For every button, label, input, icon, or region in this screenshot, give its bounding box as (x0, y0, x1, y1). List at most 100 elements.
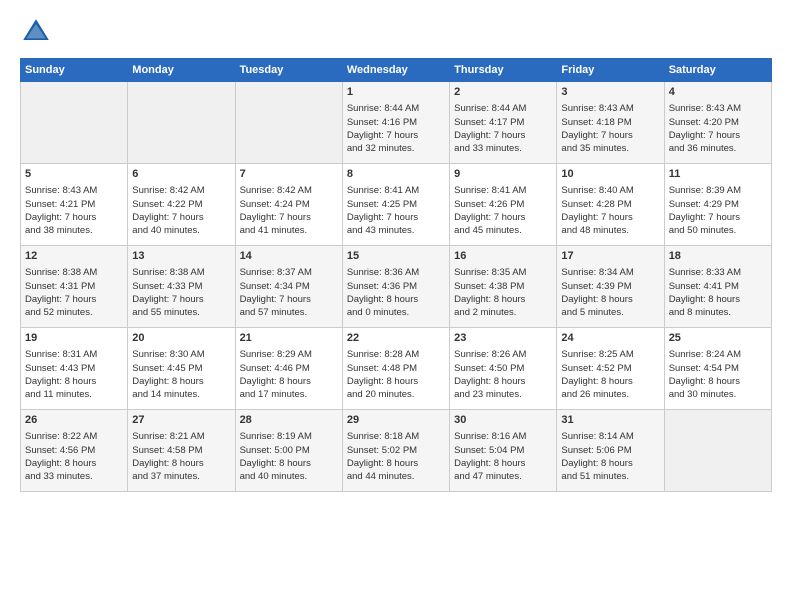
day-number: 26 (25, 413, 123, 428)
day-number: 27 (132, 413, 230, 428)
day-info-line: and 51 minutes. (561, 470, 659, 483)
day-info-line: Daylight: 8 hours (25, 375, 123, 388)
day-info-line: and 11 minutes. (25, 388, 123, 401)
table-row: 12Sunrise: 8:38 AMSunset: 4:31 PMDayligh… (21, 246, 128, 328)
day-number: 18 (669, 249, 767, 264)
col-tuesday: Tuesday (235, 59, 342, 82)
day-info-line: and 40 minutes. (132, 224, 230, 237)
day-info-line: Sunrise: 8:40 AM (561, 184, 659, 197)
day-info-line: and 38 minutes. (25, 224, 123, 237)
day-info-line: Sunset: 4:24 PM (240, 198, 338, 211)
day-number: 1 (347, 85, 445, 100)
day-info-line: Sunset: 4:41 PM (669, 280, 767, 293)
day-info-line: and 35 minutes. (561, 142, 659, 155)
day-info-line: Sunset: 5:00 PM (240, 444, 338, 457)
day-info-line: and 30 minutes. (669, 388, 767, 401)
day-info-line: Daylight: 7 hours (347, 211, 445, 224)
day-info-line: Sunset: 4:33 PM (132, 280, 230, 293)
day-info-line: Daylight: 7 hours (669, 129, 767, 142)
day-info-line: Sunset: 4:34 PM (240, 280, 338, 293)
day-info-line: Daylight: 8 hours (561, 457, 659, 470)
day-info-line: Daylight: 7 hours (240, 293, 338, 306)
day-info-line: and 0 minutes. (347, 306, 445, 319)
day-number: 10 (561, 167, 659, 182)
day-info-line: and 2 minutes. (454, 306, 552, 319)
day-info-line: Sunset: 4:52 PM (561, 362, 659, 375)
day-info-line: and 32 minutes. (347, 142, 445, 155)
day-info-line: Sunset: 4:38 PM (454, 280, 552, 293)
day-info-line: Sunset: 5:04 PM (454, 444, 552, 457)
table-row: 29Sunrise: 8:18 AMSunset: 5:02 PMDayligh… (342, 410, 449, 492)
day-info-line: Sunset: 5:06 PM (561, 444, 659, 457)
day-info-line: and 44 minutes. (347, 470, 445, 483)
day-number: 20 (132, 331, 230, 346)
day-number: 16 (454, 249, 552, 264)
day-info-line: Sunrise: 8:19 AM (240, 430, 338, 443)
day-info-line: Sunrise: 8:21 AM (132, 430, 230, 443)
day-info-line: and 47 minutes. (454, 470, 552, 483)
table-row: 17Sunrise: 8:34 AMSunset: 4:39 PMDayligh… (557, 246, 664, 328)
day-info-line: Sunset: 4:56 PM (25, 444, 123, 457)
table-row: 19Sunrise: 8:31 AMSunset: 4:43 PMDayligh… (21, 328, 128, 410)
col-sunday: Sunday (21, 59, 128, 82)
table-row: 25Sunrise: 8:24 AMSunset: 4:54 PMDayligh… (664, 328, 771, 410)
day-info-line: Daylight: 7 hours (25, 293, 123, 306)
day-info-line: Sunrise: 8:35 AM (454, 266, 552, 279)
table-row: 20Sunrise: 8:30 AMSunset: 4:45 PMDayligh… (128, 328, 235, 410)
day-number: 2 (454, 85, 552, 100)
day-info-line: and 36 minutes. (669, 142, 767, 155)
day-info-line: Daylight: 8 hours (347, 293, 445, 306)
day-info-line: Sunset: 4:26 PM (454, 198, 552, 211)
table-row: 22Sunrise: 8:28 AMSunset: 4:48 PMDayligh… (342, 328, 449, 410)
day-info-line: Sunrise: 8:28 AM (347, 348, 445, 361)
day-info-line: and 57 minutes. (240, 306, 338, 319)
day-info-line: and 17 minutes. (240, 388, 338, 401)
day-info-line: and 37 minutes. (132, 470, 230, 483)
day-info-line: Sunrise: 8:42 AM (240, 184, 338, 197)
day-info-line: Sunset: 4:39 PM (561, 280, 659, 293)
day-info-line: Sunrise: 8:16 AM (454, 430, 552, 443)
day-info-line: Daylight: 7 hours (454, 129, 552, 142)
day-info-line: Sunset: 4:28 PM (561, 198, 659, 211)
logo (20, 16, 56, 48)
day-info-line: Sunrise: 8:38 AM (25, 266, 123, 279)
day-number: 21 (240, 331, 338, 346)
day-number: 17 (561, 249, 659, 264)
day-info-line: Sunrise: 8:36 AM (347, 266, 445, 279)
calendar-week-row: 1Sunrise: 8:44 AMSunset: 4:16 PMDaylight… (21, 82, 772, 164)
day-info-line: Sunrise: 8:34 AM (561, 266, 659, 279)
day-info-line: Daylight: 8 hours (454, 457, 552, 470)
day-info-line: Daylight: 7 hours (240, 211, 338, 224)
table-row: 31Sunrise: 8:14 AMSunset: 5:06 PMDayligh… (557, 410, 664, 492)
table-row: 10Sunrise: 8:40 AMSunset: 4:28 PMDayligh… (557, 164, 664, 246)
day-number: 15 (347, 249, 445, 264)
col-thursday: Thursday (450, 59, 557, 82)
day-info-line: and 8 minutes. (669, 306, 767, 319)
day-info-line: Daylight: 7 hours (454, 211, 552, 224)
day-number: 29 (347, 413, 445, 428)
col-monday: Monday (128, 59, 235, 82)
day-number: 6 (132, 167, 230, 182)
day-info-line: Sunrise: 8:43 AM (561, 102, 659, 115)
day-info-line: and 40 minutes. (240, 470, 338, 483)
day-info-line: Sunrise: 8:39 AM (669, 184, 767, 197)
day-info-line: Sunset: 4:54 PM (669, 362, 767, 375)
day-info-line: Sunrise: 8:41 AM (347, 184, 445, 197)
day-info-line: and 50 minutes. (669, 224, 767, 237)
table-row: 9Sunrise: 8:41 AMSunset: 4:26 PMDaylight… (450, 164, 557, 246)
day-info-line: Sunset: 4:45 PM (132, 362, 230, 375)
day-info-line: Daylight: 8 hours (347, 375, 445, 388)
day-info-line: Daylight: 8 hours (454, 293, 552, 306)
day-info-line: Sunset: 4:22 PM (132, 198, 230, 211)
table-row: 28Sunrise: 8:19 AMSunset: 5:00 PMDayligh… (235, 410, 342, 492)
table-row: 5Sunrise: 8:43 AMSunset: 4:21 PMDaylight… (21, 164, 128, 246)
day-number: 19 (25, 331, 123, 346)
day-info-line: Daylight: 7 hours (132, 293, 230, 306)
table-row (664, 410, 771, 492)
day-number: 8 (347, 167, 445, 182)
col-saturday: Saturday (664, 59, 771, 82)
table-row: 15Sunrise: 8:36 AMSunset: 4:36 PMDayligh… (342, 246, 449, 328)
day-info-line: Sunset: 4:17 PM (454, 116, 552, 129)
day-info-line: Sunrise: 8:43 AM (669, 102, 767, 115)
day-info-line: Sunset: 4:21 PM (25, 198, 123, 211)
